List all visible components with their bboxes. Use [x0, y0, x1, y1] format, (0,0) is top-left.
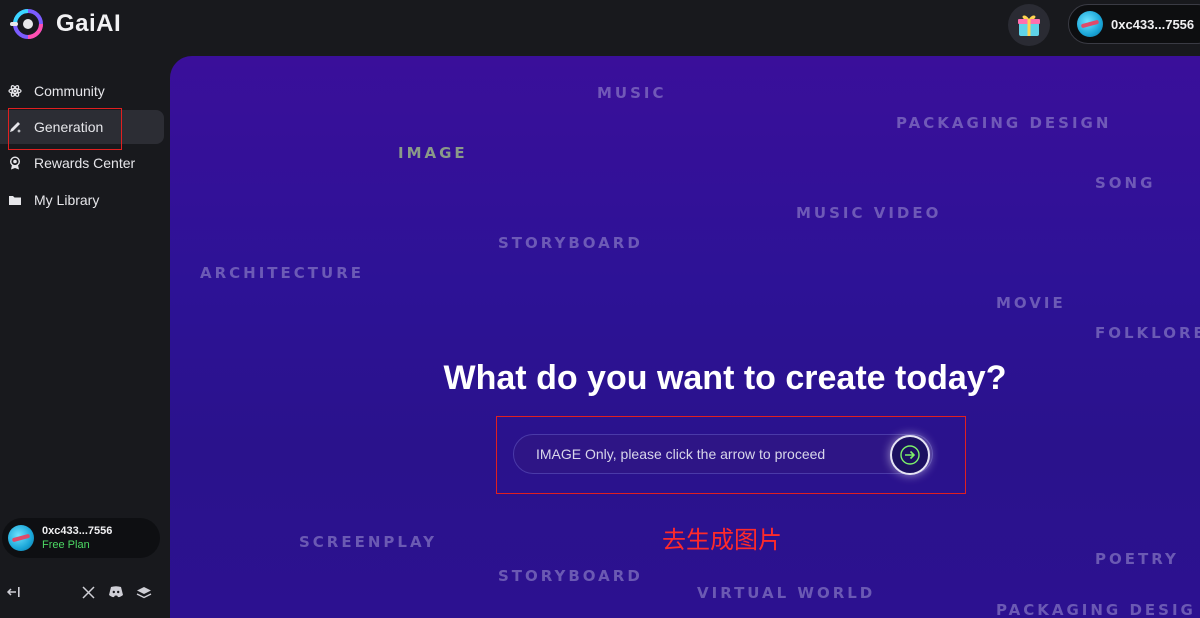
user-plan: Free Plan	[42, 539, 90, 551]
arrow-right-icon	[900, 445, 920, 465]
discord-icon[interactable]	[108, 584, 124, 600]
annotation-text: 去生成图片	[662, 526, 782, 554]
sidebar-item-label: Rewards Center	[34, 155, 136, 171]
category-tag: ARCHITECTURE	[200, 264, 364, 282]
sidebar-item-label: Community	[34, 83, 105, 99]
gift-icon	[1018, 15, 1040, 36]
category-tag: IMAGE	[398, 144, 468, 162]
x-icon[interactable]	[80, 584, 96, 600]
category-tag: MOVIE	[996, 294, 1066, 312]
user-address: 0xc433...7556	[42, 525, 113, 537]
logo-icon	[10, 9, 43, 39]
atom-icon	[8, 84, 22, 98]
wallet-address: 0xc433...7556	[1111, 16, 1195, 32]
category-tag: VIRTUAL WORLD	[697, 584, 876, 602]
proceed-button[interactable]	[890, 435, 930, 475]
hero-panel: MUSIC PACKAGING DESIGN IMAGE SONG MUSIC …	[170, 56, 1200, 618]
generation-highlight	[8, 108, 122, 150]
category-tag: MUSIC VIDEO	[796, 204, 942, 222]
gift-button[interactable]	[1008, 4, 1050, 46]
avatar	[8, 525, 34, 551]
sidebar-item-rewards-center[interactable]: Rewards Center	[0, 146, 164, 180]
category-tag: SCREENPLAY	[299, 533, 437, 551]
category-tag: POETRY	[1095, 550, 1179, 568]
avatar	[1077, 11, 1103, 37]
category-tag: STORYBOARD	[498, 234, 643, 252]
category-tag: FOLKLORE	[1095, 324, 1200, 342]
folder-icon	[8, 193, 22, 207]
collapse-icon[interactable]	[6, 584, 22, 600]
sidebar: Community Generation Rewards Center My L…	[0, 52, 170, 618]
category-tag: MUSIC	[597, 84, 667, 102]
prompt-input[interactable]: IMAGE Only, please click the arrow to pr…	[513, 434, 933, 474]
sidebar-item-my-library[interactable]: My Library	[0, 183, 164, 217]
category-tag: SONG	[1095, 174, 1156, 192]
user-card[interactable]: 0xc433...7556 Free Plan	[2, 518, 160, 558]
top-bar: GaiAI 0xc433...7556	[0, 0, 1200, 52]
logo[interactable]: GaiAI	[8, 6, 121, 42]
layers-icon[interactable]	[136, 584, 152, 600]
wallet-button[interactable]: 0xc433...7556	[1068, 4, 1200, 44]
sidebar-item-community[interactable]: Community	[0, 74, 164, 108]
prompt-placeholder: IMAGE Only, please click the arrow to pr…	[536, 446, 826, 462]
category-tag: PACKAGING DESIGN	[896, 114, 1112, 132]
page-title: What do you want to create today?	[443, 359, 1007, 397]
category-tag: PACKAGING DESIG	[996, 601, 1196, 618]
sidebar-item-label: My Library	[34, 192, 100, 208]
sidebar-footer	[0, 580, 170, 604]
medal-icon	[8, 156, 22, 170]
app-name: GaiAI	[56, 10, 122, 37]
category-tag: STORYBOARD	[498, 567, 643, 585]
